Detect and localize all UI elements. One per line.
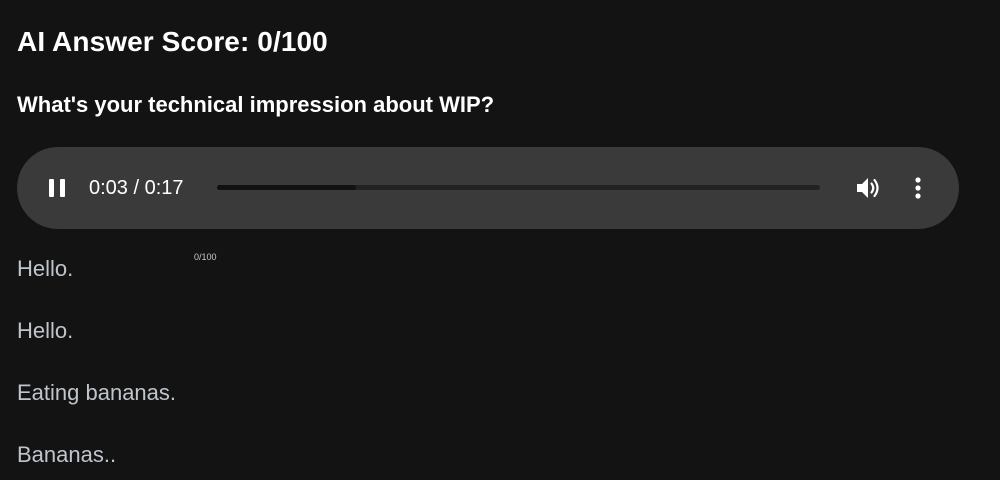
progress-bar[interactable] [217,185,820,190]
transcript-line: Hello. [17,256,74,281]
more-options-button[interactable] [907,173,929,203]
mini-score-label: 0/100 [194,252,217,262]
volume-button[interactable] [853,173,883,203]
transcript-line: Eating bananas. [17,380,177,405]
volume-icon [857,178,879,198]
pause-icon-bar-right [60,179,65,197]
more-vertical-icon [915,177,921,199]
progress-bar-fill [217,185,356,190]
pause-button[interactable] [43,173,73,203]
audio-player: 0:03 / 0:17 [17,147,959,229]
page: AI Answer Score: 0/100 What's your techn… [0,0,1000,480]
time-display: 0:03 / 0:17 [89,177,184,199]
question-heading: What's your technical impression about W… [17,92,495,117]
score-title: AI Answer Score: 0/100 [17,26,328,57]
transcript-list: Hello. Hello. Eating bananas. Bananas.. [17,253,176,480]
pause-icon-bar-left [49,179,54,197]
transcript-line: Hello. [17,318,74,343]
transcript-line: Bananas.. [17,442,117,467]
